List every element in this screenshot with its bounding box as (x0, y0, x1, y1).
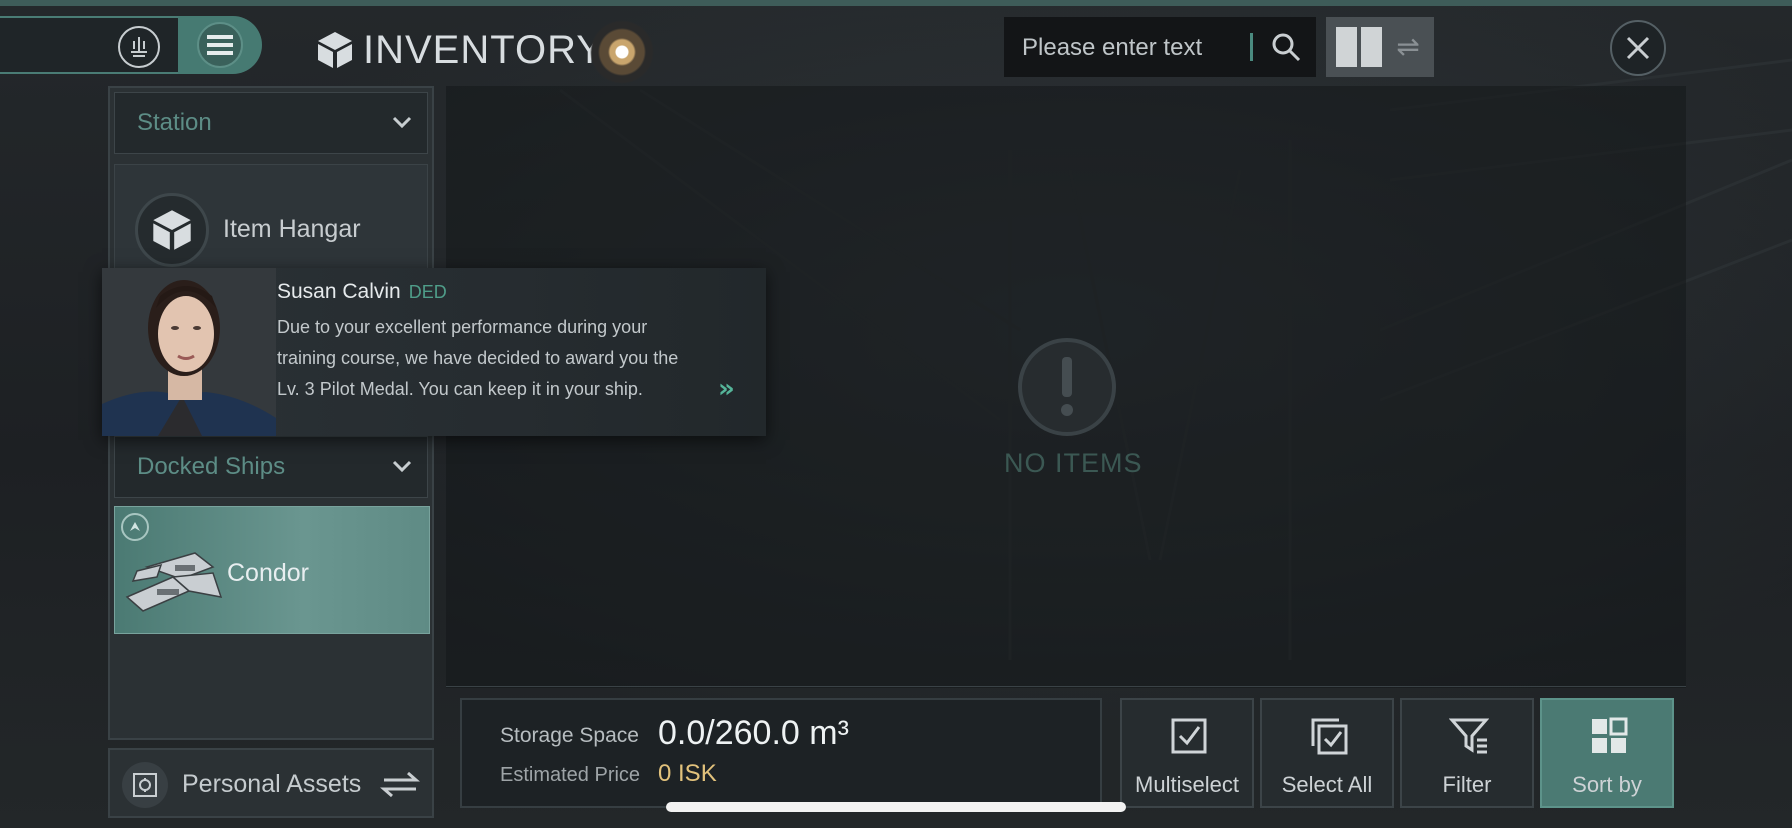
grid-icon (1592, 717, 1628, 753)
docked-ships-label: Docked Ships (137, 453, 286, 480)
home-indicator[interactable] (666, 802, 1126, 812)
ship-image (125, 552, 223, 612)
menu-icon (197, 22, 243, 68)
filter-label: Filter (1442, 772, 1492, 797)
menu-button[interactable] (178, 16, 262, 74)
docked-ships-section-header[interactable]: Docked Ships (114, 436, 428, 498)
empty-label: NO ITEMS (1004, 448, 1143, 478)
safe-icon (122, 762, 168, 808)
notification-banner[interactable]: Susan Calvin DED Due to your excellent pe… (102, 268, 766, 436)
next-arrow-icon[interactable]: » (718, 374, 735, 404)
personal-assets-label: Personal Assets (182, 770, 362, 798)
storage-value: 0.0/260.0 m³ (658, 714, 849, 752)
notification-sender: Susan Calvin DED (277, 280, 447, 304)
search-box (1004, 17, 1316, 77)
title-wrap: INVENTORY (315, 20, 604, 80)
search-input[interactable] (1020, 29, 1244, 67)
view-toggle[interactable]: ⇌ (1326, 17, 1434, 77)
corp-box (0, 16, 180, 74)
corp-menu-bar (0, 16, 262, 76)
search-icon[interactable] (1270, 31, 1302, 63)
station-section-header[interactable]: Station (114, 92, 428, 154)
checkbox-icon (1171, 718, 1207, 754)
compass-orb-icon[interactable] (590, 20, 654, 84)
sort-by-label: Sort by (1572, 772, 1642, 797)
swap-icon[interactable]: ⇌ (1390, 27, 1426, 67)
message-line: training course, we have decided to awar… (277, 348, 679, 368)
station-label: Station (137, 109, 212, 136)
close-icon (1626, 36, 1650, 60)
double-checkbox-icon (1311, 718, 1348, 755)
empty-state: NO ITEMS (1004, 338, 1143, 479)
ship-label: Condor (227, 559, 309, 587)
estimated-price-value: 0 ISK (658, 760, 717, 787)
sort-by-button[interactable]: Sort by (1540, 698, 1674, 808)
filter-button[interactable]: Filter (1400, 698, 1534, 808)
message-line: Lv. 3 Pilot Medal. You can keep it in yo… (277, 379, 643, 399)
exclamation-icon (1018, 338, 1116, 436)
sender-portrait (102, 268, 276, 436)
multiselect-label: Multiselect (1135, 772, 1239, 797)
message-line: Due to your excellent performance during… (277, 317, 648, 337)
personal-assets-button[interactable]: Personal Assets (108, 748, 434, 818)
cube-icon (318, 32, 352, 68)
chevron-down-icon (392, 460, 412, 473)
storage-panel: Storage Space 0.0/260.0 m³ Estimated Pri… (460, 698, 1102, 808)
footer-divider (446, 686, 1686, 687)
top-accent-line (0, 0, 1792, 6)
split-view-icon[interactable] (1336, 27, 1382, 67)
page-title: INVENTORY (363, 27, 604, 72)
filter-icon (1449, 718, 1489, 754)
item-hangar-label: Item Hangar (223, 215, 361, 243)
select-all-label: Select All (1281, 772, 1373, 797)
sender-name: Susan Calvin (277, 280, 401, 303)
item-hangar-icon (135, 193, 209, 267)
corp-icon[interactable] (118, 26, 160, 68)
estimated-price-label: Estimated Price (500, 764, 641, 786)
sender-tag: DED (408, 282, 447, 302)
select-all-button[interactable]: Select All (1260, 698, 1394, 808)
multiselect-button[interactable]: Multiselect (1120, 698, 1254, 808)
ship-item-condor[interactable]: Condor (114, 506, 430, 634)
storage-label: Storage Space (500, 724, 639, 747)
chevron-down-icon (392, 116, 412, 129)
swap-icon (380, 771, 420, 798)
notification-message: Due to your excellent performance during… (277, 312, 717, 405)
search-caret (1250, 33, 1253, 61)
close-button[interactable] (1610, 20, 1666, 76)
